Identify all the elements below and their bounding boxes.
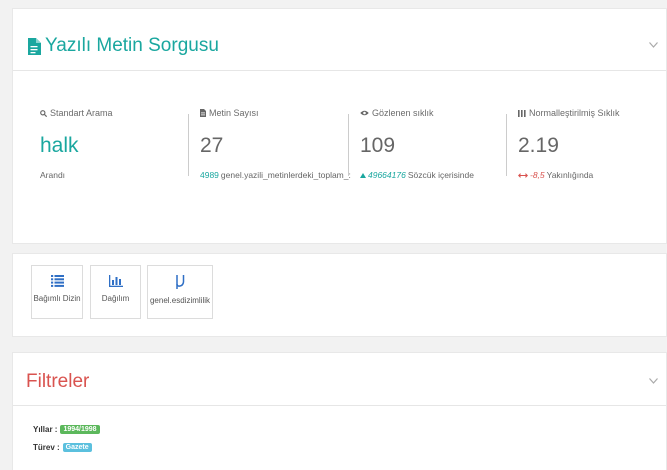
eye-icon — [360, 110, 369, 116]
tool-label: Bağımlı Dizin — [33, 294, 81, 303]
filters-title-text: Filtreler — [26, 371, 90, 392]
stat-subtext: Yakınlığında — [546, 170, 594, 180]
stat-subtext: Sözcük içerisinde — [407, 170, 474, 180]
stat-label: Gözlenen sıklık — [372, 108, 434, 118]
stat-subtext: genel.yazili_metinlerdeki_toplam_: — [220, 170, 351, 180]
arrows-horizontal-icon — [518, 172, 528, 178]
stat-subtext: Arandı — [40, 170, 66, 180]
stat-subhighlight: -8,5 — [530, 170, 545, 180]
search-icon — [40, 109, 47, 117]
collocation-button[interactable]: genel.esdizimlilik — [147, 265, 213, 319]
caret-up-icon — [360, 172, 366, 178]
stat-divider — [506, 114, 507, 176]
stat-observed-frequency: Gözlenen sıklık 109 49664176 Sözcük içer… — [360, 108, 474, 180]
tool-label: genel.esdizimlilik — [149, 296, 211, 305]
stat-value: halk — [40, 134, 79, 157]
dependent-index-button[interactable]: Bağımlı Dizin — [31, 265, 83, 319]
stat-label: Metin Sayısı — [209, 108, 259, 118]
stat-divider — [348, 114, 349, 176]
chevron-down-icon[interactable] — [649, 39, 658, 51]
stat-value: 2.19 — [518, 134, 559, 157]
tool-label: Dağılım — [101, 294, 130, 303]
stat-label: Normalleştirilmiş Sıklık — [529, 108, 620, 118]
bar-chart-icon — [108, 275, 123, 287]
filter-badge: 1994/1998 — [60, 425, 100, 434]
stat-label: Standart Arama — [50, 108, 113, 118]
stat-text-count: Metin Sayısı 27 4989 genel.yazili_metinl… — [200, 108, 351, 180]
distribution-button[interactable]: Dağılım — [90, 265, 141, 319]
stat-value: 27 — [200, 134, 224, 157]
filter-label: Türev : — [33, 443, 60, 452]
search-panel-divider — [13, 70, 666, 71]
search-panel-title: Yazılı Metin Sorgusu — [27, 35, 219, 57]
filters-panel: Filtreler Yıllar : 1994/1998 Türev : Gaz… — [12, 352, 667, 470]
stat-subhighlight: 49664176 — [368, 170, 406, 180]
filter-label: Yıllar : — [33, 425, 58, 434]
search-panel-title-text: Yazılı Metin Sorgusu — [45, 35, 219, 56]
stat-standard-search: Standart Arama halk Arandı — [40, 108, 113, 180]
stat-divider — [188, 114, 189, 176]
list-icon — [50, 275, 64, 287]
stat-value: 109 — [360, 134, 396, 157]
stat-normalized-frequency: Normalleştirilmiş Sıklık 2.19 -8,5 Yakın… — [518, 108, 620, 180]
filter-row-years: Yıllar : 1994/1998 — [33, 425, 100, 434]
filter-row-derivative: Türev : Gazete — [33, 443, 92, 452]
filter-badge: Gazete — [62, 443, 92, 452]
mu-icon — [176, 275, 185, 289]
bars-icon — [518, 109, 526, 117]
filters-divider — [13, 405, 666, 406]
chevron-down-icon[interactable] — [649, 375, 658, 387]
stat-subhighlight: 4989 — [200, 170, 219, 180]
filters-title: Filtreler — [26, 371, 89, 393]
file-icon — [200, 109, 206, 117]
document-icon — [28, 37, 41, 55]
